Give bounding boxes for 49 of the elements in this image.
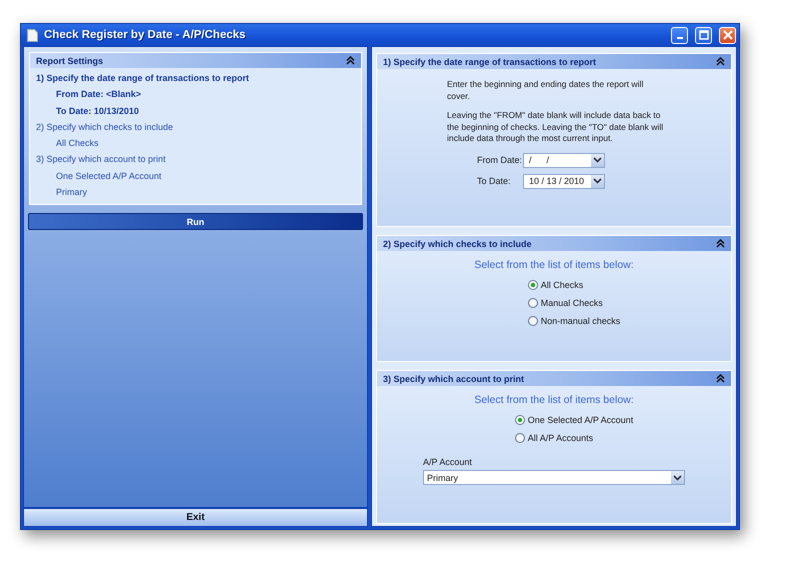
radio-option[interactable]: All Checks xyxy=(528,280,620,290)
run-button[interactable]: Run xyxy=(28,213,363,230)
radio-button[interactable] xyxy=(528,316,538,326)
radio-button[interactable] xyxy=(514,433,525,443)
collapse-icon[interactable] xyxy=(716,374,725,383)
summary-value: All Checks xyxy=(55,137,100,150)
collapse-icon[interactable] xyxy=(346,56,355,65)
dropdown-icon[interactable] xyxy=(591,154,604,166)
panel-title: 2) Specify which checks to include xyxy=(383,238,532,248)
maximize-button[interactable] xyxy=(695,26,712,44)
instruction-text: Enter the beginning and ending dates the report will cover. xyxy=(447,79,644,102)
summary-value: Primary xyxy=(55,186,88,200)
maximize-icon xyxy=(698,30,708,40)
date-field[interactable]: 10 / 13 / 2010 xyxy=(523,174,605,188)
close-icon xyxy=(722,30,732,40)
dropdown-icon[interactable] xyxy=(671,471,684,484)
prompt-text: Select from the list of items below: xyxy=(474,259,634,271)
radio-option[interactable]: All A/P Accounts xyxy=(514,433,634,443)
radio-option[interactable]: Non-manual checks xyxy=(528,316,620,326)
close-button[interactable] xyxy=(719,26,736,44)
summary-step[interactable]: 1) Specify the date range of transactions to report xyxy=(36,70,361,86)
window-title: Check Register by Date - A/P/Checks xyxy=(44,29,246,41)
panel-title: Report Settings xyxy=(36,56,104,66)
account-dropdown[interactable]: Primary xyxy=(423,470,685,485)
radio-option[interactable]: One Selected A/P Account xyxy=(514,415,634,425)
minimize-button[interactable] xyxy=(671,26,688,44)
dropdown-icon[interactable] xyxy=(591,174,604,188)
prompt-text: Select from the list of items below: xyxy=(474,394,634,406)
radio-button[interactable] xyxy=(528,298,538,308)
panel-title: 1) Specify the date range of transactions to report xyxy=(383,56,596,66)
document-icon xyxy=(27,28,38,42)
collapse-icon[interactable] xyxy=(716,57,725,66)
panel-title: 3) Specify which account to print xyxy=(383,374,524,384)
radio-option[interactable]: Manual Checks xyxy=(528,298,620,308)
summary-step[interactable]: 2) Specify which checks to include xyxy=(36,118,361,136)
field-label: A/P Account xyxy=(423,457,473,467)
date-field[interactable]: / / xyxy=(523,152,605,168)
field-label: To Date: xyxy=(477,176,512,186)
summary-value: From Date: <Blank> xyxy=(55,88,142,102)
summary-value: To Date: 10/13/2010 xyxy=(55,104,140,118)
instruction-text: Leaving the "FROM" date blank will include data back to the beginning of checks. Leaving the "TO" date blank will include data through the most current input. xyxy=(447,110,664,144)
radio-button[interactable] xyxy=(514,415,525,425)
field-label: From Date: xyxy=(477,155,523,165)
minimize-icon xyxy=(676,37,682,39)
collapse-icon[interactable] xyxy=(716,239,725,248)
summary-step[interactable]: 3) Specify which account to print xyxy=(36,151,361,168)
exit-button[interactable]: Exit xyxy=(24,507,367,526)
summary-value: One Selected A/P Account xyxy=(55,170,162,183)
radio-button[interactable] xyxy=(528,280,538,290)
